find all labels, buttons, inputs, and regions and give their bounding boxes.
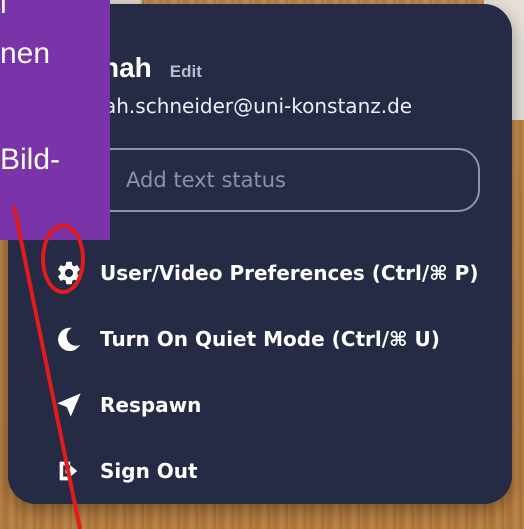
menu-label-respawn: Respawn	[100, 393, 202, 417]
overlay-text-line-2: nen	[0, 37, 51, 70]
overlay-text-line-1: l	[0, 0, 7, 20]
sign-out-icon	[52, 454, 86, 488]
annotation-circle	[41, 224, 85, 294]
user-email: ah.schneider@uni-konstanz.de	[104, 94, 413, 118]
user-header: nah Edit	[102, 52, 202, 84]
menu-item-respawn[interactable]: Respawn	[52, 372, 512, 438]
edit-profile-link[interactable]: Edit	[170, 62, 202, 82]
paper-plane-icon	[52, 388, 86, 422]
menu-label-sign-out: Sign Out	[100, 459, 198, 483]
menu-item-preferences[interactable]: User/Video Preferences (Ctrl/⌘ P)	[52, 240, 512, 306]
moon-icon	[52, 322, 86, 356]
menu-item-quiet-mode[interactable]: Turn On Quiet Mode (Ctrl/⌘ U)	[52, 306, 512, 372]
overlay-text-line-3: Bild-	[0, 143, 61, 176]
text-status-input[interactable]	[88, 148, 480, 212]
slide-text-overlay: l nen Bild-	[0, 0, 110, 240]
menu-label-preferences: User/Video Preferences (Ctrl/⌘ P)	[100, 261, 479, 285]
user-menu: User/Video Preferences (Ctrl/⌘ P) Turn O…	[52, 240, 512, 504]
menu-label-quiet-mode: Turn On Quiet Mode (Ctrl/⌘ U)	[100, 327, 440, 351]
menu-item-sign-out[interactable]: Sign Out	[52, 438, 512, 504]
